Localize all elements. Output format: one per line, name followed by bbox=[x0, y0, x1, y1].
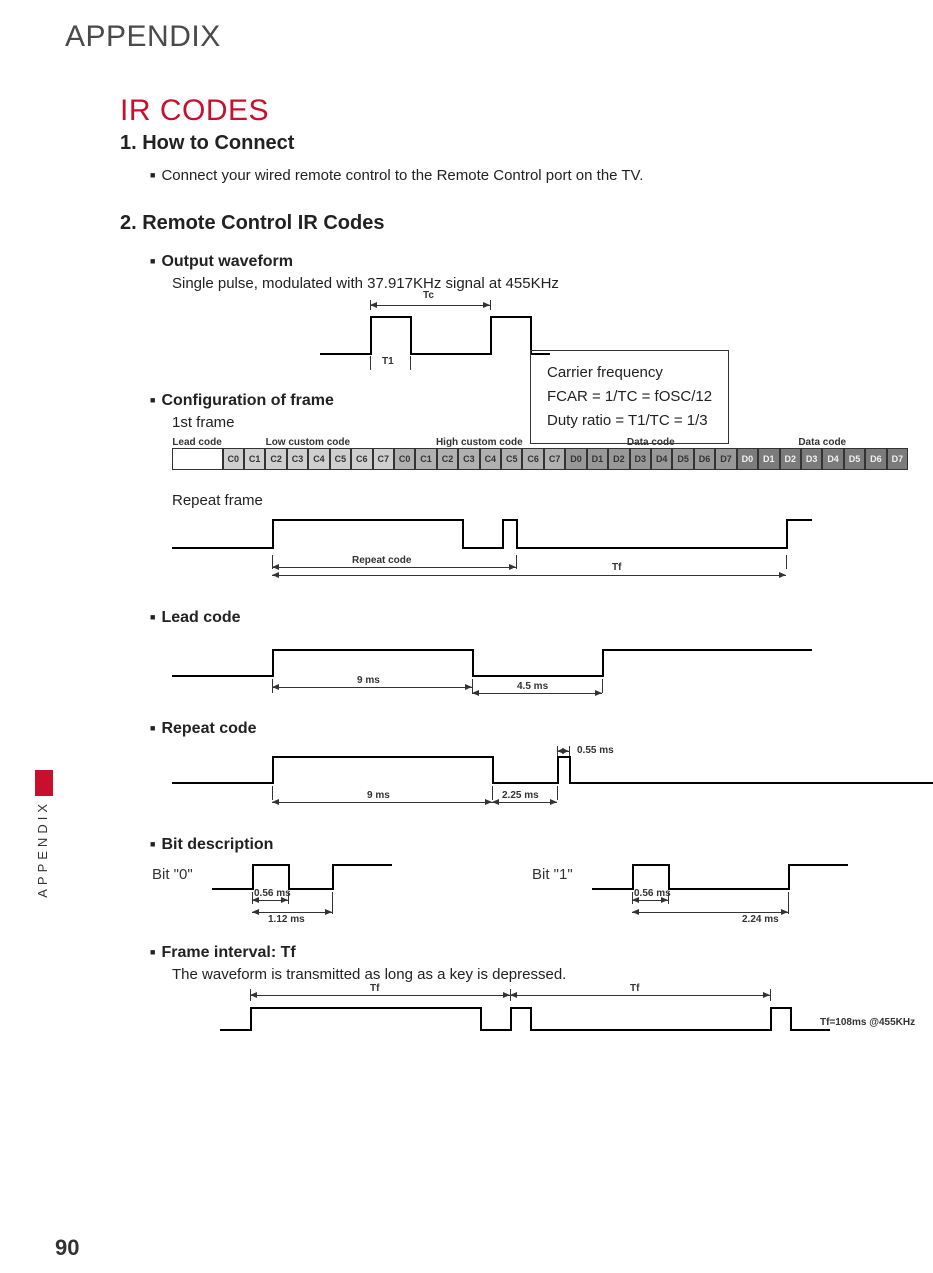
frame-cell: C2 bbox=[437, 448, 458, 470]
frame-cell: D1 bbox=[587, 448, 608, 470]
carrier-line2: FCAR = 1/TC = fOSC/12 bbox=[547, 385, 712, 409]
bit0-total: 1.12 ms bbox=[268, 914, 305, 925]
tf-note: Tf=108ms @455KHz bbox=[820, 1017, 915, 1028]
lead-4.5ms: 4.5 ms bbox=[517, 681, 548, 692]
frame-cell: D0 bbox=[737, 448, 758, 470]
page-number: 90 bbox=[55, 1235, 79, 1261]
side-tab: APPENDIX bbox=[35, 800, 53, 910]
frame-cell: D4 bbox=[822, 448, 843, 470]
frame-cell: D6 bbox=[694, 448, 715, 470]
carrier-line1: Carrier frequency bbox=[547, 361, 712, 385]
frame-cell: C5 bbox=[501, 448, 522, 470]
carrier-frequency-box: Carrier frequency FCAR = 1/TC = fOSC/12 … bbox=[530, 350, 729, 444]
frame-cell: C1 bbox=[244, 448, 265, 470]
frame-interval-heading: Frame interval: Tf bbox=[150, 944, 908, 962]
repeat-code-label: Repeat code bbox=[352, 555, 411, 566]
frame-cell: C0 bbox=[223, 448, 244, 470]
frame-cell: C5 bbox=[330, 448, 351, 470]
frame-cell: D1 bbox=[758, 448, 779, 470]
frame-interval-diagram: Tf Tf Tf=108ms @455KHz bbox=[220, 989, 933, 1044]
frame-cell: D3 bbox=[801, 448, 822, 470]
repeat-code-diagram: 9 ms 2.25 ms 0.55 ms bbox=[172, 742, 933, 822]
frame-cell: D7 bbox=[887, 448, 908, 470]
frame-cell: D2 bbox=[608, 448, 629, 470]
tf-label-2: Tf bbox=[630, 983, 639, 994]
frame-cell: C4 bbox=[308, 448, 329, 470]
repeat-9ms: 9 ms bbox=[367, 790, 390, 801]
config-frame-heading: Configuration of frame bbox=[150, 392, 908, 410]
repeat-0.55ms: 0.55 ms bbox=[577, 745, 614, 756]
frame-cell: D6 bbox=[865, 448, 886, 470]
side-tab-text: APPENDIX bbox=[35, 800, 50, 898]
lead-cell bbox=[172, 448, 223, 470]
repeat-frame-diagram: Repeat code Tf bbox=[172, 515, 812, 585]
frame-cell: C6 bbox=[351, 448, 372, 470]
frame-cell: C2 bbox=[265, 448, 286, 470]
repeat-code-heading: Repeat code bbox=[150, 720, 908, 738]
frame-cell: C1 bbox=[415, 448, 436, 470]
bit-description-diagram: Bit "0" 0.56 ms 1.12 ms Bit "1" bbox=[152, 860, 908, 940]
section-2-heading: 2. Remote Control IR Codes bbox=[120, 212, 908, 235]
tf-label: Tf bbox=[612, 562, 621, 573]
low-custom-label: Low custom code bbox=[222, 437, 393, 448]
ir-codes-title: IR CODES bbox=[120, 94, 908, 128]
frame-cell: D4 bbox=[651, 448, 672, 470]
output-waveform-desc: Single pulse, modulated with 37.917KHz s… bbox=[172, 275, 908, 292]
page-header: APPENDIX bbox=[65, 20, 908, 54]
frame-cell: D3 bbox=[630, 448, 651, 470]
frame-cell: C3 bbox=[287, 448, 308, 470]
carrier-line3: Duty ratio = T1/TC = 1/3 bbox=[547, 409, 712, 433]
lead-code-label: Lead code bbox=[172, 437, 222, 448]
bit-description-heading: Bit description bbox=[150, 836, 908, 854]
bit1-total: 2.24 ms bbox=[742, 914, 779, 925]
frame-cell: D5 bbox=[672, 448, 693, 470]
side-tab-marker bbox=[35, 770, 53, 796]
frame-interval-desc: The waveform is transmitted as long as a… bbox=[172, 966, 908, 983]
frame-cell: C4 bbox=[480, 448, 501, 470]
bit1-label: Bit "1" bbox=[532, 866, 573, 883]
data-code-2-label: Data code bbox=[737, 437, 908, 448]
bit0-label: Bit "0" bbox=[152, 866, 193, 883]
lead-code-heading: Lead code bbox=[150, 609, 908, 627]
lead-9ms: 9 ms bbox=[357, 675, 380, 686]
bit1-pulse: 0.56 ms bbox=[634, 888, 671, 899]
frame-cell: D2 bbox=[780, 448, 801, 470]
output-waveform-diagram: Tc T1 bbox=[320, 298, 540, 378]
tf-label-1: Tf bbox=[370, 983, 379, 994]
connect-instruction: Connect your wired remote control to the… bbox=[150, 167, 908, 184]
repeat-frame-label: Repeat frame bbox=[172, 492, 908, 509]
frame-cell: D5 bbox=[844, 448, 865, 470]
lead-code-diagram: 9 ms 4.5 ms bbox=[172, 645, 812, 710]
t1-label: T1 bbox=[382, 356, 394, 367]
tc-label: Tc bbox=[423, 290, 434, 301]
output-waveform-heading: Output waveform bbox=[150, 253, 908, 271]
frame-cell: C7 bbox=[373, 448, 394, 470]
frame-cell: D0 bbox=[565, 448, 586, 470]
frame-cell: C7 bbox=[544, 448, 565, 470]
frame-cell: C3 bbox=[458, 448, 479, 470]
section-1-heading: 1. How to Connect bbox=[120, 132, 908, 155]
bit0-pulse: 0.56 ms bbox=[254, 888, 291, 899]
frame-cell: C0 bbox=[394, 448, 415, 470]
frame-cell: C6 bbox=[522, 448, 543, 470]
frame-cell: D7 bbox=[715, 448, 736, 470]
repeat-2.25ms: 2.25 ms bbox=[502, 790, 539, 801]
